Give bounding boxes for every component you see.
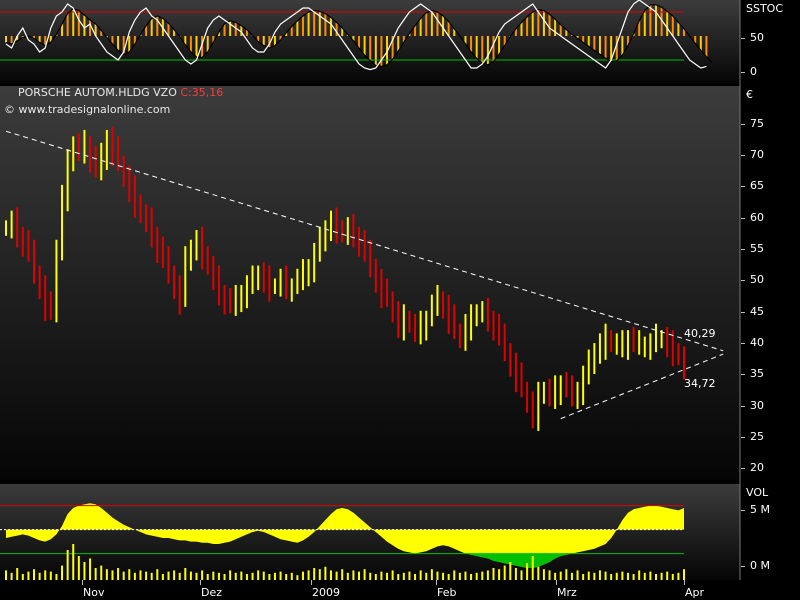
x-tick — [556, 580, 557, 585]
x-tick — [311, 580, 312, 585]
x-tick — [436, 580, 437, 585]
x-tick — [82, 580, 83, 585]
symbol-info: PORSCHE AUTOM.HLDG VZO C:35,16 — [18, 86, 223, 99]
close-price-label: C:35,16 — [180, 86, 224, 99]
x-tick — [684, 580, 685, 585]
price-background — [0, 86, 740, 480]
support-label: 34,72 — [684, 377, 716, 390]
chart-app: SSTOC 50 0 € 75 70 65 60 55 50 45 40 35 … — [0, 0, 800, 600]
x-label-dez: Dez — [201, 586, 223, 599]
x-label-apr: Apr — [685, 586, 705, 599]
website-credit: © www.tradesignalonline.com — [4, 103, 171, 116]
resistance-label: 40,29 — [684, 327, 716, 340]
x-label-nov: Nov — [83, 586, 105, 599]
volume-background — [0, 484, 740, 580]
x-tick — [200, 580, 201, 585]
x-label-feb: Feb — [437, 586, 457, 599]
symbol-name: PORSCHE AUTOM.HLDG VZO — [18, 86, 177, 99]
x-label-mrz: Mrz — [557, 586, 577, 599]
x-label-2009: 2009 — [312, 586, 340, 599]
